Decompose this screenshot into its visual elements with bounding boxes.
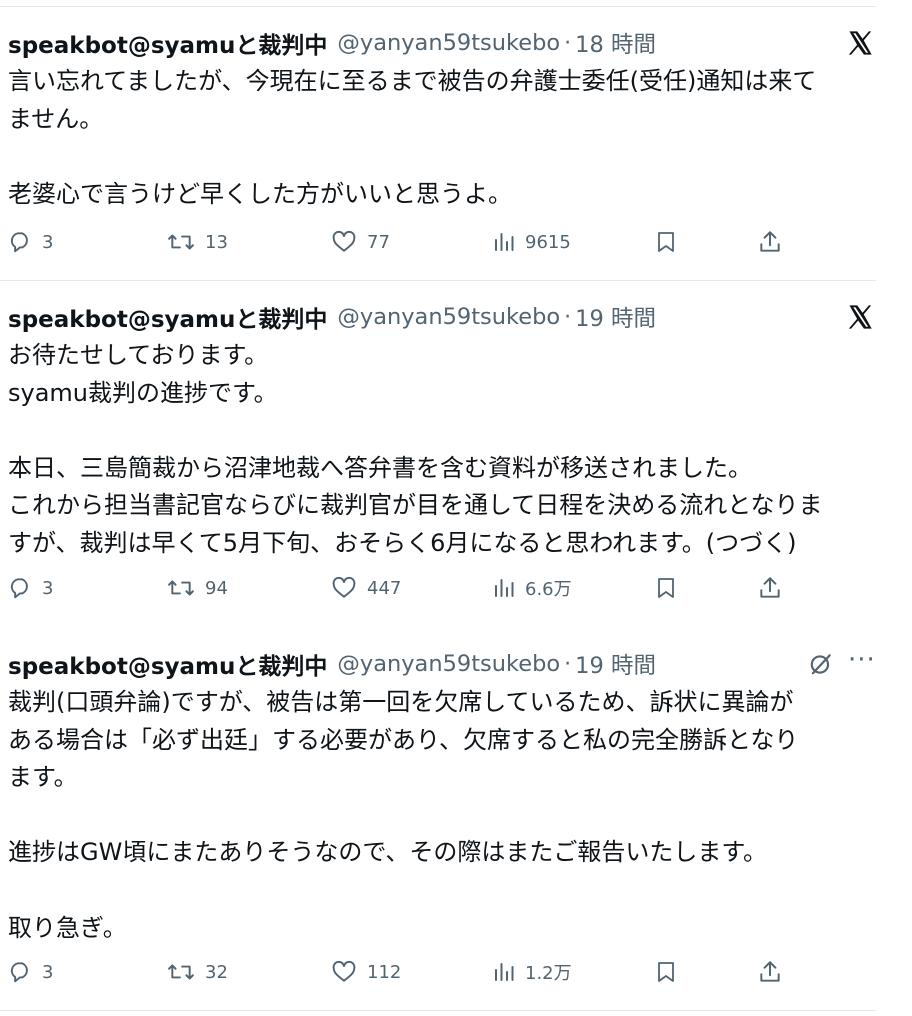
text-line: お待たせしております。 — [8, 341, 269, 369]
tweet-text: 裁判(口頭弁論)ですが、被告は第一回を欠席しているため、訴状に異論が ある場合は… — [8, 684, 888, 947]
reply-button[interactable]: 3 — [7, 956, 53, 988]
heart-icon — [332, 960, 356, 982]
views-button[interactable]: 1.2万 — [492, 956, 572, 988]
action-bar: 3 94 447 6.6万 — [0, 572, 912, 604]
text-line: 進捗はGW頃にまたありそうなので、その際はまたご報告いたします。 — [8, 838, 767, 867]
separator-dot: · — [564, 30, 572, 56]
like-count: 77 — [367, 231, 390, 253]
repost-button[interactable]: 13 — [166, 226, 228, 258]
repost-button[interactable]: 94 — [166, 572, 228, 604]
views-count: 9615 — [525, 231, 571, 253]
views-icon — [495, 579, 514, 597]
tweet-divider — [0, 280, 876, 281]
text-line: 裁判(口頭弁論)ですが、被告は第一回を欠席しているため、訴状に異論が — [8, 688, 794, 716]
timestamp[interactable]: 19 時間 — [575, 648, 656, 680]
user-handle[interactable]: @yanyan59tsukebo — [337, 651, 560, 677]
tweet-header: speakbot@syamuと裁判中 @yanyan59tsukebo · 19… — [8, 647, 656, 681]
views-count: 1.2万 — [525, 963, 572, 984]
timestamp[interactable]: 19 時間 — [575, 301, 656, 333]
views-icon — [495, 233, 514, 251]
repost-icon — [168, 964, 194, 980]
text-line: これから担当書記官ならびに裁判官が目を通して日程を決める流れとなりま — [8, 491, 823, 520]
text-line: ません。 — [8, 104, 104, 133]
text-line: 取り急ぎ。 — [8, 913, 127, 942]
text-line: すが、裁判は早くて5月下旬、おそらく6月になると思われます。(つづく) — [8, 528, 797, 557]
share-button[interactable] — [757, 226, 783, 258]
user-handle[interactable]: @yanyan59tsukebo — [337, 304, 560, 330]
bookmark-button[interactable] — [654, 956, 678, 988]
like-count: 112 — [367, 961, 402, 983]
share-icon — [760, 577, 780, 598]
bookmark-icon — [658, 962, 674, 982]
repost-icon — [168, 580, 194, 596]
tweet-header-actions: ··· — [808, 647, 876, 677]
text-line: ある場合は「必ず出廷」する必要があり、欠席すると私の完全勝訴となり — [8, 725, 799, 754]
repost-icon — [168, 234, 194, 250]
display-name[interactable]: speakbot@syamuと裁判中 — [8, 300, 327, 334]
separator-dot: · — [564, 651, 572, 677]
reply-button[interactable]: 3 — [7, 226, 53, 258]
text-line: 言い忘れてましたが、今現在に至るまで被告の弁護士委任(受任)通知は来て — [8, 67, 817, 95]
bookmark-button[interactable] — [654, 572, 678, 604]
views-icon — [495, 963, 514, 981]
repost-count: 13 — [205, 231, 228, 253]
like-button[interactable]: 112 — [330, 956, 401, 988]
tweet-header: speakbot@syamuと裁判中 @yanyan59tsukebo · 19… — [8, 300, 656, 334]
display-name[interactable]: speakbot@syamuと裁判中 — [8, 647, 327, 681]
grok-icon[interactable] — [808, 651, 834, 677]
reply-icon — [10, 232, 28, 253]
like-button[interactable]: 447 — [330, 572, 401, 604]
heart-icon — [332, 576, 356, 598]
text-line: syamu裁判の進捗です。 — [8, 378, 278, 407]
reply-button[interactable]: 3 — [7, 572, 53, 604]
share-button[interactable] — [757, 956, 783, 988]
repost-count: 94 — [205, 577, 228, 599]
text-line: 本日、三島簡裁から沼津地裁へ答弁書を含む資料が移送されました。 — [8, 453, 752, 482]
action-bar: 3 32 112 1.2万 — [0, 956, 912, 988]
x-logo-icon — [848, 305, 872, 329]
like-count: 447 — [367, 577, 402, 599]
reply-count: 3 — [42, 577, 54, 599]
share-icon — [760, 961, 780, 982]
x-logo-icon — [848, 31, 872, 55]
action-bar: 3 13 77 9615 — [0, 226, 912, 258]
share-icon — [760, 231, 780, 252]
display-name[interactable]: speakbot@syamuと裁判中 — [8, 26, 327, 60]
like-button[interactable]: 77 — [330, 226, 390, 258]
repost-count: 32 — [205, 961, 228, 983]
separator-dot: · — [564, 304, 572, 330]
tweet-text: お待たせしております。 syamu裁判の進捗です。 本日、三島簡裁から沼津地裁へ… — [8, 337, 888, 563]
text-line: ます。 — [8, 763, 78, 792]
more-options-button[interactable]: ··· — [848, 647, 876, 673]
heart-icon — [332, 230, 356, 252]
bookmark-icon — [658, 578, 674, 598]
bookmark-icon — [658, 232, 674, 252]
reply-icon — [10, 578, 28, 599]
timestamp[interactable]: 18 時間 — [575, 27, 656, 59]
top-divider — [0, 6, 876, 7]
text-line: 老婆心で言うけど早くした方がいいと思うよ。 — [8, 179, 512, 208]
repost-button[interactable]: 32 — [166, 956, 228, 988]
bottom-divider — [0, 1010, 876, 1011]
reply-count: 3 — [42, 961, 54, 983]
tweet-header: speakbot@syamuと裁判中 @yanyan59tsukebo · 18… — [8, 26, 656, 60]
bookmark-button[interactable] — [654, 226, 678, 258]
user-handle[interactable]: @yanyan59tsukebo — [337, 30, 560, 56]
views-button[interactable]: 9615 — [492, 226, 571, 258]
tweet-text: 言い忘れてましたが、今現在に至るまで被告の弁護士委任(受任)通知は来て ません。… — [8, 63, 888, 213]
views-count: 6.6万 — [525, 579, 572, 600]
share-button[interactable] — [757, 572, 783, 604]
views-button[interactable]: 6.6万 — [492, 572, 572, 604]
reply-icon — [10, 962, 28, 983]
reply-count: 3 — [42, 231, 54, 253]
